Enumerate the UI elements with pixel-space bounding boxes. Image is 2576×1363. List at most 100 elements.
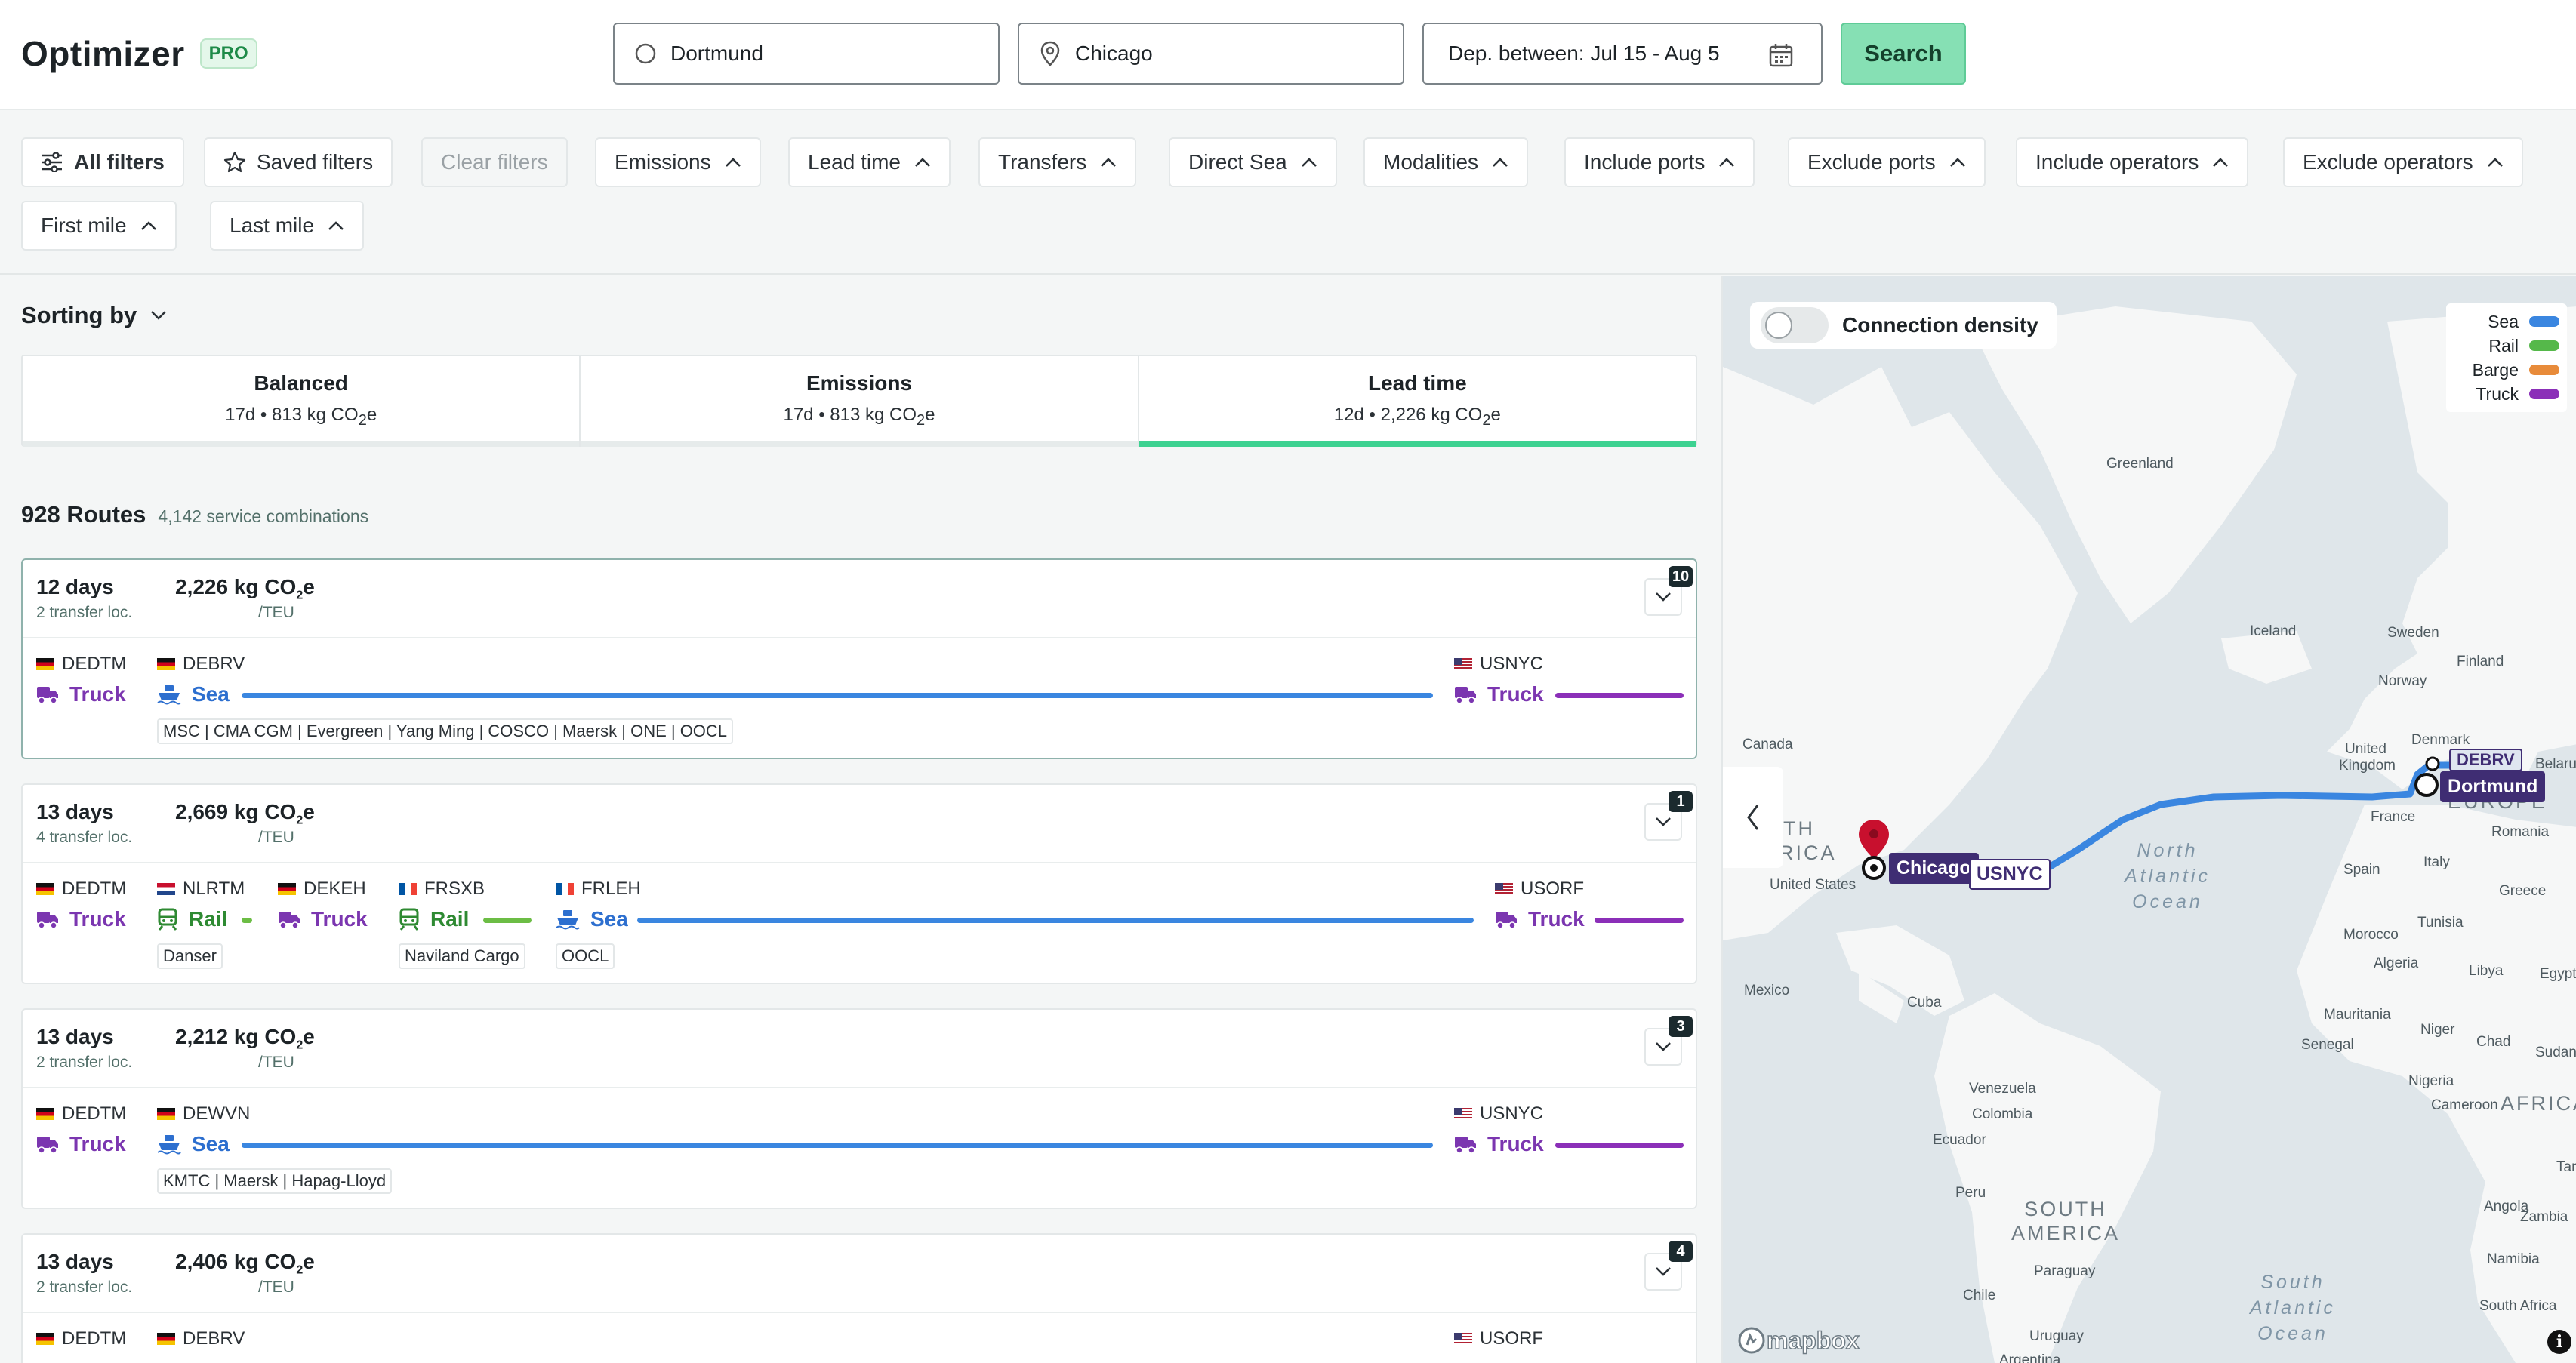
map-label: Tan [2556,1159,2576,1175]
date-range-input[interactable]: Dep. between: Jul 15 - Aug 5 [1422,23,1823,85]
route-days: 13 days [36,1250,114,1273]
map-label: United States [1770,877,1857,893]
collapse-map-button[interactable] [1723,767,1783,868]
map-label: Cameroon [2431,1097,2498,1113]
truck-leg-line [1595,918,1684,923]
filter-modalities[interactable]: Modalities [1363,137,1529,187]
filter-transfers[interactable]: Transfers [978,137,1137,187]
route-card[interactable]: 13 days 2 transfer loc. 2,212 kg CO2e /T… [21,1008,1697,1209]
chevron-down-icon [1656,1042,1671,1051]
connection-density-toggle[interactable]: Connection density [1750,302,2057,349]
pro-badge: PRO [199,38,257,69]
circle-icon [635,43,656,64]
map-label: Chile [1963,1288,1996,1303]
truck-icon [37,687,58,704]
germany-flag-icon [157,658,175,670]
top-bar: Optimizer PRO Dortmund Chicago Dep. betw… [0,0,2576,110]
chevron-up-icon [328,221,344,230]
map-label: Senegal [2301,1037,2354,1053]
toggle-knob [1765,312,1792,339]
chevron-up-icon [915,158,930,167]
location-code: USORF [1454,1328,1543,1349]
tab-summary: 17d • 813 kg CO2e [783,405,935,429]
map-label: Cuba [1907,995,1942,1011]
map-label: Colombia [1972,1106,2033,1122]
leg-mode: Truck [1454,682,1544,706]
toggle-label: Connection density [1842,313,2038,337]
info-icon[interactable]: i [2547,1330,2571,1354]
origin-pin-label: Dortmund [2440,771,2546,802]
filter-label: Modalities [1383,150,1479,174]
tab-balanced[interactable]: Balanced 17d • 813 kg CO2e [23,356,581,447]
map-label: SOUTH AMERICA [2011,1198,2121,1245]
service-combinations: 4,142 service combinations [158,506,369,526]
location-code: USNYC [1454,654,1543,675]
tab-lead-time[interactable]: Lead time 12d • 2,226 kg CO2e [1139,356,1696,447]
route-card[interactable]: 12 days 2 transfer loc. 2,226 kg CO2e /T… [21,558,1697,759]
filter-direct-sea[interactable]: Direct Sea [1169,137,1337,187]
filter-include-ports[interactable]: Include ports [1564,137,1755,187]
map-label: Canada [1742,737,1793,752]
chevron-down-icon [151,311,167,320]
search-button[interactable]: Search [1841,23,1966,85]
map-label: Peru [1955,1185,1986,1201]
tab-emissions[interactable]: Emissions 17d • 813 kg CO2e [581,356,1139,447]
all-filters-button[interactable]: All filters [21,137,184,187]
map-label: Venezuela [1969,1081,2036,1097]
leg-mode: Sea [157,1132,230,1156]
destination-input[interactable]: Chicago [1018,23,1404,85]
routes-count: 928 Routes [21,501,146,528]
route-transfers: 2 transfer loc. [36,1054,133,1071]
leg-mode: Truck [36,1132,126,1156]
map-label: Morocco [2343,927,2399,943]
option-count-badge: 10 [1669,566,1693,587]
origin-input[interactable]: Dortmund [613,23,1000,85]
sorting-tabs: Balanced 17d • 813 kg CO2e Emissions 17d… [21,355,1697,447]
route-transfers: 4 transfer loc. [36,829,133,846]
rail-leg-line [242,918,252,923]
route-card[interactable]: 13 days 2 transfer loc. 2,406 kg CO2e /T… [21,1233,1697,1363]
clear-filters-button[interactable]: Clear filters [421,137,568,187]
leg-mode: Sea [157,682,230,706]
route-days: 13 days [36,800,114,823]
filter-lead-time[interactable]: Lead time [788,137,951,187]
filter-label: Exclude operators [2303,150,2473,174]
filter-include-operators[interactable]: Include operators [2016,137,2249,187]
filter-label: Direct Sea [1188,150,1287,174]
port-label-debrv[interactable]: DEBRV [2449,749,2522,771]
route-teu: /TEU [258,1054,294,1071]
map-label: Algeria [2374,955,2419,971]
map-label: Namibia [2487,1251,2540,1267]
destination-pin-label: Chicago [1889,853,1979,884]
filter-label: Exclude ports [1807,150,1936,174]
route-card[interactable]: 13 days 4 transfer loc. 2,669 kg CO2e /T… [21,783,1697,984]
route-card-header: 13 days 2 transfer loc. 2,406 kg CO2e /T… [23,1235,1696,1313]
germany-flag-icon [36,1108,54,1120]
map-label: Romania [2491,824,2550,840]
origin-value: Dortmund [670,42,763,65]
port-label-usnyc[interactable]: USNYC [1969,859,2051,890]
sorting-dropdown[interactable]: Sorting by [21,302,167,329]
toggle-switch[interactable] [1761,307,1829,343]
filter-last-mile[interactable]: Last mile [210,201,365,251]
location-code: DEDTM [36,654,126,675]
map-label: TH [1783,817,1815,840]
truck-icon [1455,687,1476,704]
filter-exclude-operators[interactable]: Exclude operators [2283,137,2523,187]
route-transfers: 2 transfer loc. [36,1278,133,1296]
chevron-up-icon [1301,158,1317,167]
filter-exclude-ports[interactable]: Exclude ports [1788,137,1986,187]
map-label: Iceland [2250,623,2297,639]
chevron-down-icon [1656,1267,1671,1276]
ocean-label: South Atlantic Ocean [2250,1272,2336,1344]
leg-mode: Sea [556,907,628,931]
france-flag-icon [399,883,417,895]
filter-first-mile[interactable]: First mile [21,201,177,251]
route-map[interactable]: Greenland Iceland Sweden Finland Norway … [1721,276,2576,1363]
filter-emissions[interactable]: Emissions [595,137,761,187]
saved-filters-button[interactable]: Saved filters [204,137,393,187]
option-count-badge: 3 [1669,1016,1693,1037]
tab-summary: 17d • 813 kg CO2e [225,405,377,429]
saved-filters-label: Saved filters [257,150,374,174]
chevron-up-icon [725,158,741,167]
